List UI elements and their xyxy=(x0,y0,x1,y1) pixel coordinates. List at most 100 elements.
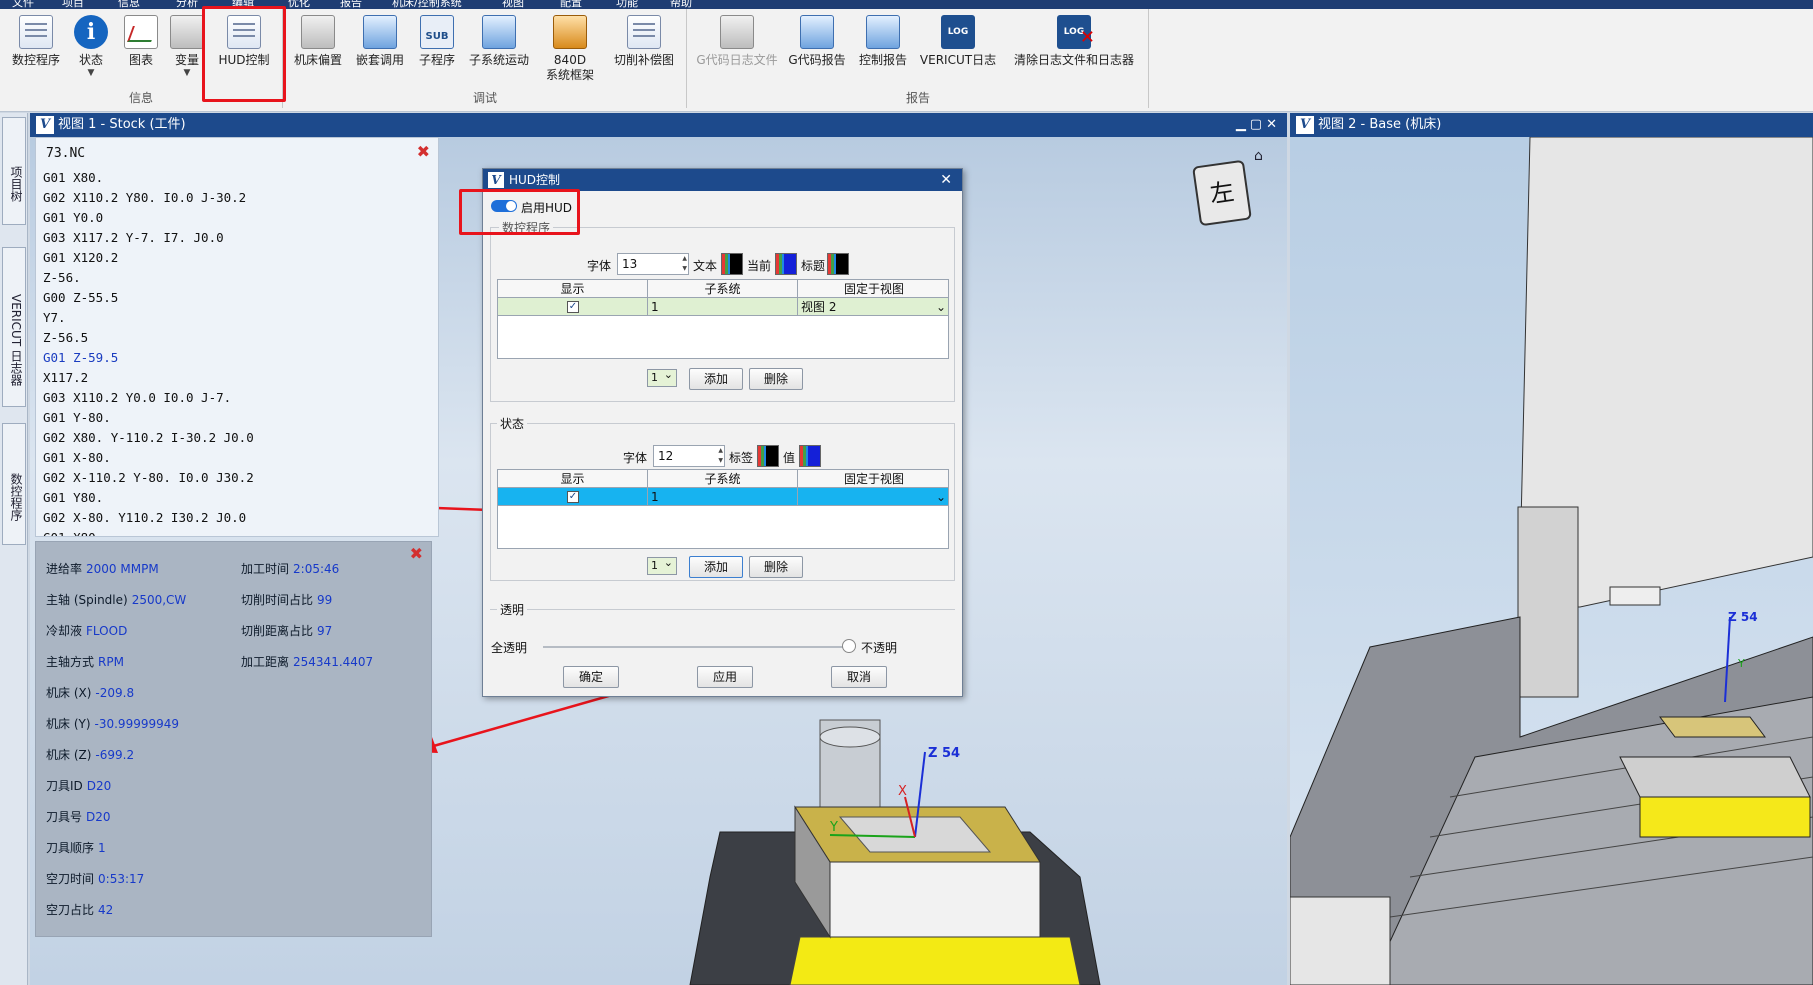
menu-view[interactable]: 视图 xyxy=(502,0,524,9)
cutter-comp-button[interactable]: 切削补偿图 xyxy=(606,11,682,89)
machine-column-shape xyxy=(1517,506,1579,698)
nc-line[interactable]: Z-56.5 xyxy=(43,328,423,348)
close-icon[interactable]: ✖ xyxy=(417,142,430,161)
workpiece-face-shape xyxy=(829,861,1041,938)
view2-window[interactable]: V 视图 2 - Base (机床) Z 54 Y xyxy=(1290,113,1813,985)
nc-program-hud-panel[interactable]: 73.NC ✖ G01 X80. G02 X110.2 Y80. I0.0 J-3… xyxy=(35,137,439,537)
view2-scene[interactable]: Z 54 Y xyxy=(1290,137,1813,985)
status-font-size-input[interactable]: 12 xyxy=(653,445,725,467)
gcode-report-button[interactable]: G代码报告 xyxy=(784,11,850,89)
nc-line[interactable]: G01 X80. xyxy=(43,528,423,536)
enable-hud-toggle[interactable] xyxy=(491,200,517,212)
nc-line[interactable]: G01 Y-80. xyxy=(43,408,423,428)
vericut-log-button[interactable]: LOG VERICUT日志 xyxy=(916,11,1000,89)
machine-offset-button[interactable]: 机床偏置 xyxy=(288,11,348,89)
gcode-report-icon xyxy=(800,15,834,49)
close-icon[interactable]: ✖ xyxy=(410,544,423,563)
nc-text-color-swatch[interactable] xyxy=(721,253,743,275)
machine-offset-icon xyxy=(301,15,335,49)
control-report-button[interactable]: 控制报告 xyxy=(854,11,912,89)
nc-line[interactable]: Y7. xyxy=(43,308,423,328)
gcode-log-button[interactable]: G代码日志文件 xyxy=(694,11,780,89)
dock-tab-vericut-logger[interactable]: VERICUT 日志器 xyxy=(2,247,26,407)
menu-project[interactable]: 项目 xyxy=(62,0,84,9)
nc-line[interactable]: G02 X80. Y-110.2 I-30.2 J0.0 xyxy=(43,428,423,448)
nested-call-button[interactable]: 嵌套调用 xyxy=(350,11,410,89)
nc-line[interactable]: G03 X110.2 Y0.0 I0.0 J-7. xyxy=(43,388,423,408)
840d-frame-button[interactable]: 840D 系统框架 xyxy=(538,11,602,89)
nc-line[interactable]: G01 Y0.0 xyxy=(43,208,423,228)
nc-line[interactable]: G02 X-110.2 Y-80. I0.0 J30.2 xyxy=(43,468,423,488)
home-view-icon[interactable]: ⌂ xyxy=(1254,148,1263,164)
status-button[interactable]: i 状态 ▼ xyxy=(68,11,114,89)
menu-help[interactable]: 帮助 xyxy=(670,0,692,9)
nc-line[interactable]: G01 X80. xyxy=(43,168,423,188)
nc-line[interactable]: G00 Z-55.5 xyxy=(43,288,423,308)
transparency-slider-knob[interactable] xyxy=(842,639,856,653)
hud-control-button[interactable]: HUD控制 xyxy=(212,11,276,89)
dock-tab-nc-program[interactable]: 数控程序 xyxy=(2,423,26,545)
nc-subsystem-table[interactable]: 显示 子系统 固定于视图 ✓ 1 视图 2 ⌄ xyxy=(497,279,949,359)
nc-current-color-label: 当前 xyxy=(747,259,772,273)
nc-line[interactable]: X117.2 xyxy=(43,368,423,388)
clear-log-button[interactable]: LOG 清除日志文件和日志器 xyxy=(1004,11,1144,89)
subsystem-motion-label: 子系统运动 xyxy=(468,53,529,67)
chart-button[interactable]: 图表 xyxy=(118,11,164,89)
close-icon[interactable]: ✕ xyxy=(940,169,952,191)
chevron-down-icon[interactable]: ▼ xyxy=(68,68,114,78)
nc-font-size-input[interactable]: 13 xyxy=(617,253,689,275)
vericut-log-label: VERICUT日志 xyxy=(919,53,997,67)
subroutine-button[interactable]: SUB 子程序 xyxy=(412,11,462,89)
chevron-down-icon[interactable]: ▼ xyxy=(164,68,210,78)
show-checkbox[interactable]: ✓ xyxy=(567,491,579,503)
nc-line[interactable]: G01 X-80. xyxy=(43,448,423,468)
transparency-max-label: 不透明 xyxy=(861,641,898,655)
fixed-view-dropdown[interactable]: 视图 2 ⌄ xyxy=(798,298,950,316)
menu-analysis[interactable]: 分析 xyxy=(176,0,198,9)
menu-report[interactable]: 报告 xyxy=(340,0,362,9)
menu-function[interactable]: 功能 xyxy=(616,0,638,9)
menu-machine[interactable]: 机床/控制系统 xyxy=(392,0,462,9)
status-subsystem-table[interactable]: 显示 子系统 固定于视图 ✓ 1 ⌄ xyxy=(497,469,949,549)
fixed-view-dropdown[interactable]: ⌄ xyxy=(798,488,950,506)
nc-line[interactable]: G01 Z-59.5 xyxy=(43,348,423,368)
menu-config[interactable]: 配置 xyxy=(560,0,582,9)
nc-delete-button[interactable]: 删除 xyxy=(749,368,803,390)
status-add-button[interactable]: 添加 xyxy=(689,556,743,578)
nc-subsystem-combo[interactable]: 1 xyxy=(647,367,677,387)
status-delete-button[interactable]: 删除 xyxy=(749,556,803,578)
cancel-button[interactable]: 取消 xyxy=(831,666,887,688)
status-value-color-swatch[interactable] xyxy=(799,445,821,467)
apply-button[interactable]: 应用 xyxy=(697,666,753,688)
variables-button[interactable]: 变量 ▼ xyxy=(164,11,210,89)
nc-line[interactable]: G02 X-80. Y110.2 I30.2 J0.0 xyxy=(43,508,423,528)
nc-program-button[interactable]: 数控程序 xyxy=(8,11,64,89)
show-checkbox[interactable]: ✓ xyxy=(567,301,579,313)
ok-button[interactable]: 确定 xyxy=(563,666,619,688)
menu-optimize[interactable]: 优化 xyxy=(288,0,310,9)
nc-title-color-swatch[interactable] xyxy=(827,253,849,275)
menu-info[interactable]: 信息 xyxy=(118,0,140,9)
nc-line[interactable]: G01 Y80. xyxy=(43,488,423,508)
status-hud-panel[interactable]: ✖ 进给率 2000 MMPM 主轴 (Spindle) 2500,CW 冷却液 FLOO… xyxy=(35,541,432,937)
menu-file[interactable]: 文件 xyxy=(12,0,34,9)
status-subsystem-combo[interactable]: 1 xyxy=(647,555,677,575)
table-row[interactable]: ✓ 1 视图 2 ⌄ xyxy=(498,298,948,316)
transparency-slider[interactable] xyxy=(543,646,849,648)
view-cube[interactable]: 左 xyxy=(1192,159,1252,227)
nc-line[interactable]: Z-56. xyxy=(43,268,423,288)
nc-current-color-swatch[interactable] xyxy=(775,253,797,275)
table-header: 显示 子系统 固定于视图 xyxy=(498,470,948,488)
nc-line[interactable]: G01 X120.2 xyxy=(43,248,423,268)
nc-add-button[interactable]: 添加 xyxy=(689,368,743,390)
menu-edit[interactable]: 编辑 xyxy=(232,0,254,9)
subsystem-motion-button[interactable]: 子系统运动 xyxy=(464,11,534,89)
status-tag-color-swatch[interactable] xyxy=(757,445,779,467)
nc-line[interactable]: G02 X110.2 Y80. I0.0 J-30.2 xyxy=(43,188,423,208)
nc-line[interactable]: G03 X117.2 Y-7. I7. J0.0 xyxy=(43,228,423,248)
info-icon: i xyxy=(74,15,108,49)
dock-tab-project-tree[interactable]: 项目树 xyxy=(2,117,26,225)
hud-control-dialog[interactable]: V HUD控制 ✕ 启用HUD 数控程序 字体 13 文本 当前 标题 显示 子… xyxy=(482,168,963,697)
table-row[interactable]: ✓ 1 ⌄ xyxy=(498,488,948,506)
window-controls[interactable]: ▁▢✕ xyxy=(1236,113,1281,137)
